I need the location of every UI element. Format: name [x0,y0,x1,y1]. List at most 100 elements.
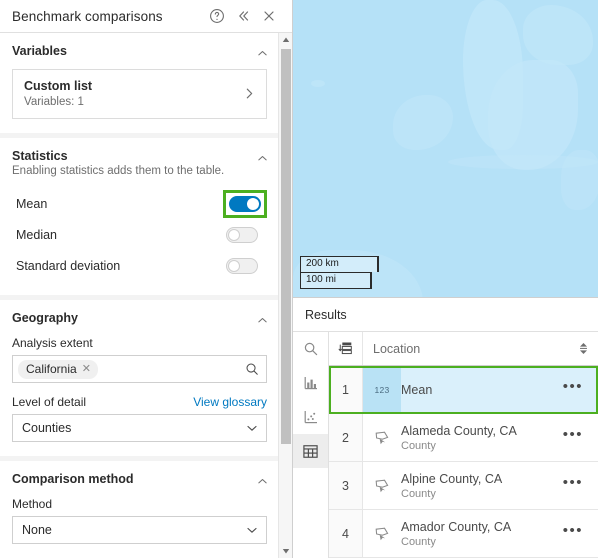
polygon-feature-icon [363,414,401,461]
section-comparison-method-content: Method None [0,497,279,558]
polygon-feature-icon [363,510,401,557]
map-landmass [393,95,453,150]
custom-list-card[interactable]: Custom list Variables: 1 [12,69,267,119]
map-landmass [488,60,578,170]
scatter-plot-icon[interactable] [293,400,328,434]
scalebar-mi: 100 mi [300,272,372,289]
row-index: 3 [329,462,363,509]
scroll-down-icon[interactable] [279,544,292,558]
row-location-text: Amador County, CA County [401,520,563,548]
method-label: Method [12,497,53,511]
chip-remove-icon[interactable]: ✕ [82,362,91,375]
section-geography-header[interactable]: Geography [0,300,279,336]
polygon-feature-icon [363,462,401,509]
collapse-icon[interactable] [230,3,256,29]
column-header-location[interactable]: Location [363,332,598,365]
row-index: 4 [329,510,363,557]
row-location-text: Alameda County, CA County [401,424,563,452]
sort-icon[interactable] [578,342,589,355]
row-location-cell: Alameda County, CA County ••• [401,414,598,461]
row-location-sub: County [401,439,436,452]
toggle-knob [228,259,240,272]
numeric-badge-label: 123 [374,384,390,395]
section-statistics-subtitle: Enabling statistics adds them to the tab… [12,165,225,177]
level-of-detail-label-row: Level of detail View glossary [12,395,267,409]
table-header-row: Location [329,332,598,366]
statistic-label-median: Median [16,227,57,242]
row-location-name: Alameda County, CA [401,423,517,438]
row-location-cell: Mean ••• [401,366,598,413]
table-row[interactable]: 4 Amador County, CA County ••• [329,510,598,558]
results-title: Results [305,307,347,322]
statistic-row-median: Median [12,219,267,250]
row-location-sub: County [401,487,436,500]
map-scalebar: 200 km 100 mi [300,256,379,289]
section-geography-title: Geography [12,311,78,325]
method-value: None [22,523,52,537]
table-row[interactable]: 3 Alpine County, CA County ••• [329,462,598,510]
scalebar-tick [377,257,379,272]
method-select[interactable]: None [12,516,267,544]
level-of-detail-select[interactable]: Counties [12,414,267,442]
row-menu-button[interactable]: ••• [563,426,592,449]
section-comparison-method-header[interactable]: Comparison method [0,461,279,497]
chevron-up-icon[interactable] [255,151,269,165]
chevron-up-icon[interactable] [255,474,269,488]
scalebar-mi-label: 100 mi [306,274,337,285]
close-icon[interactable] [256,3,282,29]
bar-chart-icon[interactable] [293,366,328,400]
row-menu-button[interactable]: ••• [563,378,592,401]
map-landmass [523,5,593,65]
search-icon[interactable] [293,332,328,366]
results-table: Location 1 123 Mean ••• 2 Alameda County… [329,332,598,558]
section-comparison-method-title: Comparison method [12,472,134,486]
row-menu-button[interactable]: ••• [563,522,592,545]
toggle-knob [228,228,240,241]
chevron-right-icon[interactable] [242,87,256,100]
page-title: Benchmark comparisons [12,8,163,24]
scrollbar-thumb[interactable] [281,49,291,444]
statistic-label-standard-deviation: Standard deviation [16,258,121,273]
map-landmass [311,80,325,87]
section-statistics-header[interactable]: Statistics Enabling statistics adds them… [0,138,279,186]
row-location-name: Mean [401,382,433,397]
section-statistics-content: Mean Median Standard deviation [0,186,279,295]
standard-deviation-toggle[interactable] [226,257,258,274]
row-location-name: Alpine County, CA [401,471,503,486]
chevron-up-icon[interactable] [255,46,269,60]
scroll-up-icon[interactable] [279,33,292,47]
chevron-down-icon[interactable] [246,422,258,434]
row-location-sub: County [401,535,436,548]
section-variables-header[interactable]: Variables [0,33,279,69]
custom-list-title: Custom list [24,79,93,93]
custom-list-subtitle: Variables: 1 [24,96,84,108]
help-icon[interactable] [204,3,230,29]
row-menu-button[interactable]: ••• [563,474,592,497]
mean-toggle-highlight [223,189,267,218]
section-geography-content: Analysis extent California ✕ Level of de… [0,336,279,456]
row-index: 2 [329,414,363,461]
extent-chip-california[interactable]: California ✕ [18,359,98,379]
chevron-up-icon[interactable] [255,313,269,327]
table-row[interactable]: 1 123 Mean ••• [329,366,598,414]
table-row[interactable]: 2 Alameda County, CA County ••• [329,414,598,462]
search-icon[interactable] [245,362,259,376]
analysis-extent-input[interactable]: California ✕ [12,355,267,383]
results-panel: Results Location 1 123 Mean ••• 2 Alamed… [293,297,598,558]
section-statistics-title: Statistics [12,149,68,163]
map-view[interactable]: 200 km 100 mi [293,0,598,297]
median-toggle[interactable] [226,226,258,243]
mean-toggle[interactable] [229,195,261,212]
numeric-field-badge: 123 [363,366,401,413]
view-glossary-link[interactable]: View glossary [193,395,267,409]
chevron-down-icon[interactable] [246,524,258,536]
table-icon[interactable] [293,434,328,468]
section-variables-content: Custom list Variables: 1 [0,69,279,133]
column-header-location-label: Location [373,341,421,356]
section-variables-title: Variables [12,44,67,58]
scalebar-tick [370,273,372,288]
row-selector-icon[interactable] [329,332,363,365]
panel-scrollbar[interactable] [278,33,292,558]
row-location-cell: Alpine County, CA County ••• [401,462,598,509]
panel-header: Benchmark comparisons [0,0,292,33]
